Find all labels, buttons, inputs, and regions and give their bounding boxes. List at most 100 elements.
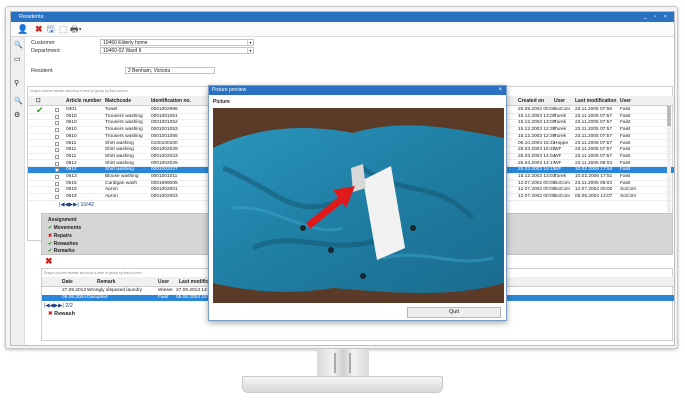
cell-user: WF — [554, 147, 562, 153]
section-movements[interactable]: ✔ Movements — [48, 225, 81, 231]
pager-arrows[interactable]: |◀◀▶▶| — [59, 202, 79, 208]
cell-match: Shirt washing — [105, 160, 134, 166]
search-icon[interactable]: 🔍 — [14, 41, 23, 49]
cell-ident: 0001001011 — [151, 174, 178, 179]
col-remark[interactable]: Remark — [97, 279, 115, 285]
row-checkbox[interactable] — [55, 154, 59, 159]
cell-lastmod: 23.11.2005 08:03 — [575, 160, 612, 166]
picture-preview-dialog: Picture preview × Picture Quit — [208, 85, 507, 321]
cell-created: 15.12.2003 13:00 — [518, 113, 556, 119]
cell-match: Shirt washing — [105, 153, 134, 159]
cell-match: Shirt washing — [105, 167, 134, 173]
section-repairs[interactable]: ✖ Repairs — [48, 233, 72, 239]
group-hint: Drag a column header and drop it here to… — [30, 89, 128, 93]
customer-select[interactable]: 10460 Elderly home ▾ — [100, 39, 254, 46]
cell-user2: SoCom — [620, 187, 636, 193]
save-button[interactable]: 🖫 — [47, 24, 55, 35]
cell-ident: 0001001055 — [151, 133, 178, 139]
dialog-title-bar: Picture preview × — [209, 86, 506, 95]
cell-lastmod: 10.02.2006 17:51 — [575, 174, 613, 179]
picture-label: Picture — [213, 99, 230, 105]
cell-created: 15.12.2003 13:03 — [518, 174, 556, 179]
folder-button[interactable]: ⬚ — [59, 24, 68, 35]
department-select[interactable]: 10460-02 Ward II ▾ — [100, 47, 254, 54]
close-icon[interactable]: × — [498, 86, 502, 95]
cell-ident: 0001002029 — [151, 147, 178, 153]
cell-user: Turek — [554, 120, 567, 126]
row-checkbox[interactable] — [55, 134, 59, 139]
monitor-bezel: Residents _ ▫ × 👤 ✖ 🖫 ⬚ 🖶▾ 🔍 ▭ ⚲ 🔍 ⚙ Cus… — [5, 6, 678, 349]
pager-count: 10/42 — [80, 202, 95, 208]
tools-icon[interactable]: ⚙ — [14, 111, 20, 119]
cell-user2: Faist — [620, 180, 631, 186]
cell-user2: Faist — [620, 140, 631, 146]
row-checkbox[interactable] — [55, 141, 59, 146]
cell-user2: SoCom — [620, 194, 636, 200]
delete-remark-button[interactable]: ✖ — [45, 256, 53, 267]
col-user[interactable]: User — [554, 98, 565, 104]
row-checkbox[interactable] — [55, 188, 59, 193]
cell-user2: Faist — [620, 153, 631, 159]
section-remarks[interactable]: ✔ Remarks — [48, 248, 75, 254]
row-checkbox[interactable] — [55, 195, 59, 200]
cell-created: 12.07.2002 00:00 — [518, 180, 556, 186]
cell-ident: 0001001051 — [151, 113, 178, 119]
cell-created: 06.10.2003 16:22 — [518, 140, 556, 146]
check-icon: ✔ — [48, 225, 53, 231]
col-created-on[interactable]: Created on — [518, 98, 544, 104]
row-checkbox[interactable] — [55, 108, 59, 112]
cell-match: Trousers washing — [105, 133, 143, 139]
cell-user2: Faist — [620, 167, 631, 173]
cell-date: 05.06.2004 — [62, 294, 87, 300]
col-date[interactable]: Date — [62, 279, 73, 285]
cell-match: Blouse washing — [105, 174, 139, 179]
cell-created: 12.07.2002 00:00 — [518, 187, 556, 193]
zoom-icon[interactable]: 🔍 — [14, 97, 23, 105]
select-all-checkbox[interactable]: ☐ — [36, 98, 40, 104]
quit-button[interactable]: Quit — [407, 307, 501, 318]
col-user[interactable]: User — [158, 279, 169, 285]
col-matchcode[interactable]: Matchcode — [105, 98, 131, 104]
col-last-modification[interactable]: Last modific — [179, 279, 208, 285]
binoculars-icon[interactable]: ⚲ — [14, 79, 19, 87]
row-checkbox[interactable] — [55, 181, 59, 186]
cell-lastmod: 23.11.2005 07:57 — [575, 153, 612, 159]
section-rewash[interactable]: ✖ Rewash — [48, 311, 75, 317]
col-last-modification[interactable]: Last modification — [575, 98, 616, 104]
check-icon: ✔ — [48, 241, 53, 247]
cell-lastmod: 23.11.2005 07:57 — [575, 140, 612, 146]
print-button[interactable]: 🖶▾ — [70, 24, 82, 35]
remarks-pager[interactable]: |◀◀▶▶| 2/2 — [44, 303, 73, 309]
row-checkbox[interactable] — [55, 168, 59, 173]
cell-match: Trousers washing — [105, 127, 143, 133]
row-checkbox[interactable] — [55, 148, 59, 153]
cell-article: 0611 — [66, 153, 77, 159]
col-user-2[interactable]: User — [620, 98, 631, 104]
grid-pager[interactable]: |◀◀▶▶| 10/42 — [59, 202, 94, 208]
row-checkbox[interactable] — [55, 128, 59, 133]
col-article-number[interactable]: Article number — [66, 98, 101, 104]
cell-created: 15.12.2003 12:39 — [518, 133, 556, 139]
cell-remark: Wrongly disposed laundry — [87, 288, 143, 293]
window-controls[interactable]: _ ▫ × — [644, 12, 670, 22]
col-identification[interactable]: Identification no. — [151, 98, 191, 104]
cell-ident: 0001002003 — [151, 194, 178, 200]
cell-user: SoCom — [554, 107, 570, 112]
cell-user2: Faist — [620, 120, 631, 126]
cell-lastmod: 23.11.2005 07:57 — [575, 127, 612, 133]
cell-ident: 0001001053 — [151, 127, 178, 133]
section-assignment[interactable]: Assignment — [48, 217, 77, 223]
row-checkbox[interactable] — [55, 121, 59, 126]
row-checkbox[interactable] — [55, 175, 59, 179]
cell-match: Apron — [105, 194, 118, 200]
cell-created: 25.03.2003 15:13 — [518, 167, 556, 173]
resident-select[interactable]: 2 Benham, Victoria — [125, 67, 215, 74]
cell-article: 0612 — [66, 167, 77, 173]
cell-user2: Faist — [620, 113, 631, 119]
window-icon[interactable]: ▭ — [14, 55, 21, 63]
delete-button[interactable]: ✖ — [35, 24, 43, 35]
row-checkbox[interactable] — [55, 161, 59, 166]
section-rewashes[interactable]: ✔ Rewashes — [48, 241, 78, 247]
row-checkbox[interactable] — [55, 114, 59, 119]
cell-match: Towel — [105, 107, 118, 112]
